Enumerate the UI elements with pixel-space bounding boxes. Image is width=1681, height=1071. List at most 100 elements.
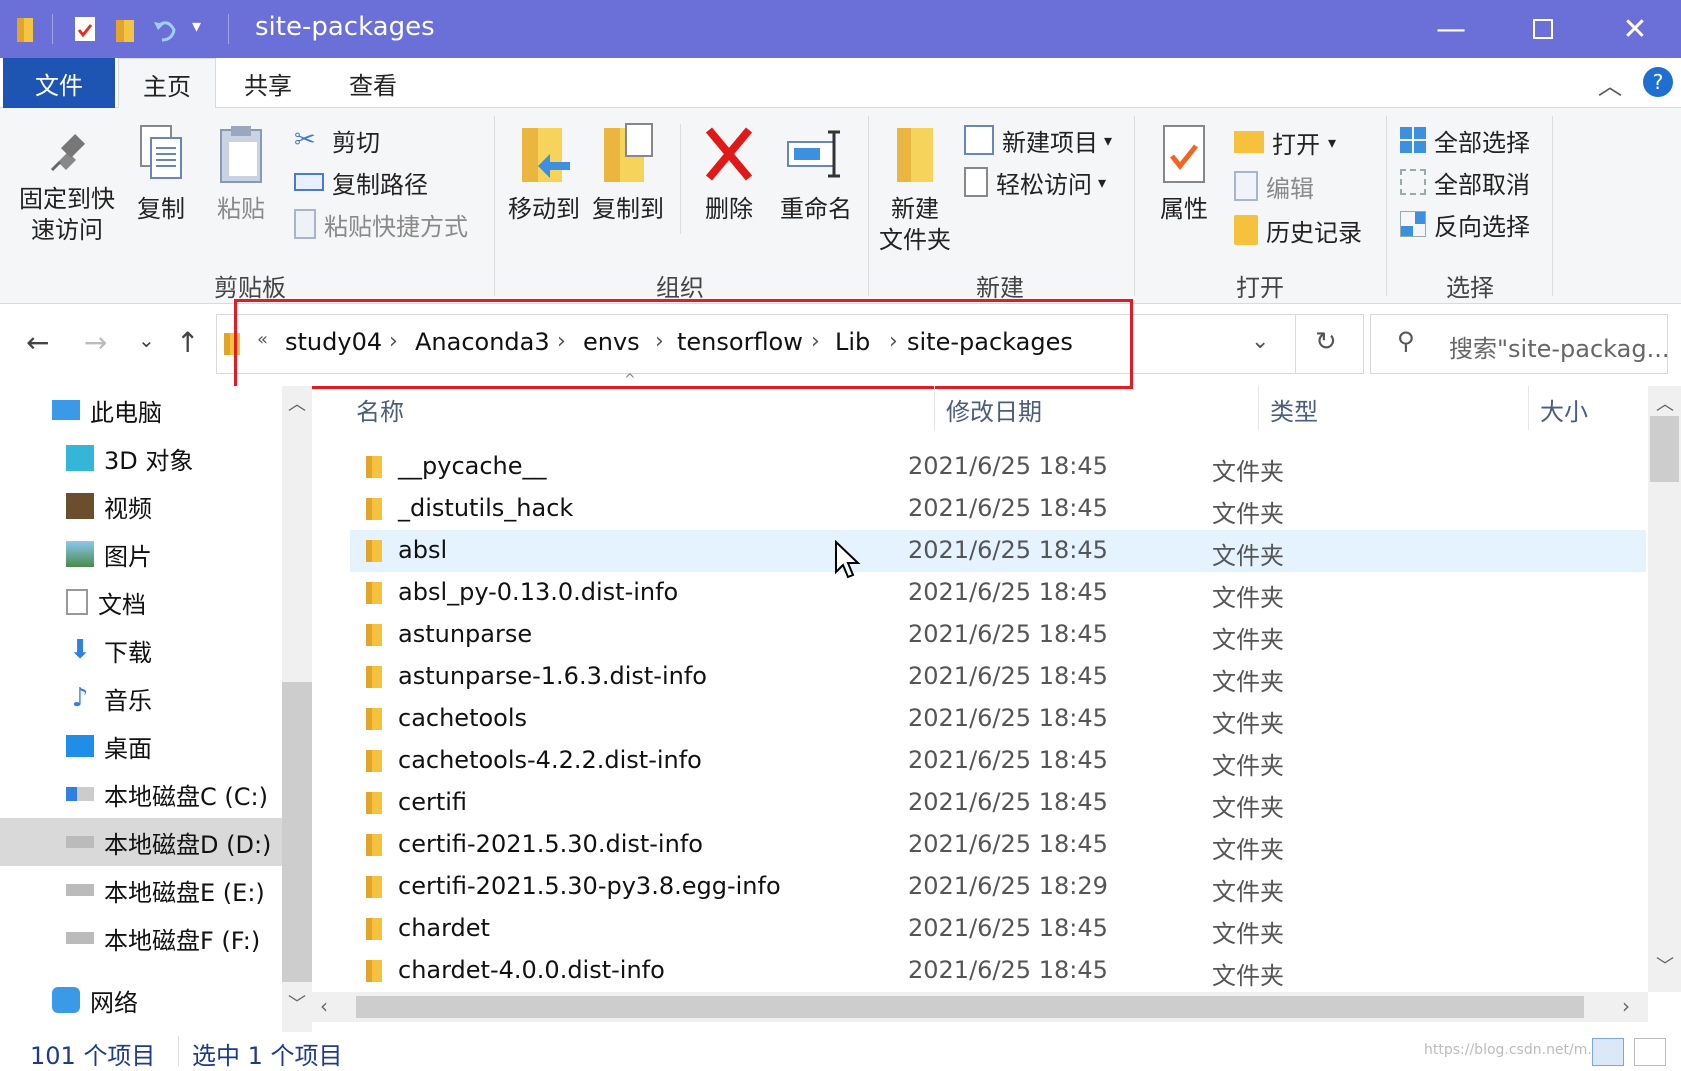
- nav-item-label: 音乐: [104, 686, 152, 715]
- copy-to-button[interactable]: 复制到: [588, 122, 668, 225]
- copy-button[interactable]: 复制: [128, 122, 194, 225]
- tab-file[interactable]: 文件: [3, 58, 115, 108]
- nav-item-drive-c[interactable]: 本地磁盘C (C:): [0, 770, 282, 818]
- details-view-icon[interactable]: [1592, 1038, 1624, 1066]
- search-input[interactable]: 搜索"site-packag...: [1449, 329, 1670, 364]
- cut-button[interactable]: ✂ 剪切: [294, 122, 380, 158]
- help-icon[interactable]: ?: [1643, 67, 1673, 97]
- refresh-icon[interactable]: ↻: [1315, 327, 1337, 357]
- select-all-button[interactable]: 全部选择: [1400, 122, 1530, 158]
- scroll-up-icon[interactable]: ︿: [1656, 390, 1674, 416]
- table-row[interactable]: _distutils_hack 2021/6/25 18:45 文件夹: [350, 488, 1646, 530]
- search-box[interactable]: ⚲ 搜索"site-packag...: [1370, 314, 1670, 374]
- table-row[interactable]: astunparse 2021/6/25 18:45 文件夹: [350, 614, 1646, 656]
- nav-item-desktop[interactable]: 桌面: [0, 722, 282, 770]
- edit-button[interactable]: 编辑: [1234, 168, 1314, 204]
- column-header-modified[interactable]: 修改日期: [946, 392, 1042, 427]
- paste-button[interactable]: 粘贴: [206, 122, 276, 225]
- nav-item-downloads[interactable]: ⬇ 下载: [0, 626, 282, 674]
- nav-item-drive-d[interactable]: 本地磁盘D (D:): [0, 818, 282, 866]
- new-folder-button[interactable]: 新建 文件夹: [876, 122, 954, 256]
- up-button[interactable]: ↑: [176, 326, 199, 359]
- file-name: certifi: [398, 788, 468, 816]
- table-row[interactable]: astunparse-1.6.3.dist-info 2021/6/25 18:4…: [350, 656, 1646, 698]
- back-button[interactable]: ←: [26, 326, 49, 359]
- delete-button[interactable]: 删除: [694, 122, 764, 225]
- collapse-ribbon-icon[interactable]: ︿: [1598, 66, 1622, 101]
- large-icons-view-icon[interactable]: [1634, 1038, 1666, 1066]
- watermark-text: https://blog.csdn.net/m...: [1424, 1042, 1601, 1058]
- table-row[interactable]: certifi-2021.5.30-py3.8.egg-info 2021/6/2…: [350, 866, 1646, 908]
- nav-item-videos[interactable]: 视频: [0, 482, 282, 530]
- nav-item-label: 本地磁盘C (C:): [104, 782, 268, 811]
- scroll-left-icon[interactable]: ‹: [320, 994, 328, 1018]
- tab-home[interactable]: 主页: [118, 58, 216, 109]
- navigation-pane-scrollbar[interactable]: ︿ ﹀: [282, 386, 312, 1032]
- table-row[interactable]: cachetools 2021/6/25 18:45 文件夹: [350, 698, 1646, 740]
- file-modified: 2021/6/25 18:45: [908, 704, 1108, 732]
- nav-item-drive-f[interactable]: 本地磁盘F (F:): [0, 914, 282, 962]
- nav-item-this-pc[interactable]: 此电脑: [0, 386, 282, 434]
- table-row[interactable]: certifi-2021.5.30.dist-info 2021/6/25 18:…: [350, 824, 1646, 866]
- nav-item-3d-objects[interactable]: 3D 对象: [0, 434, 282, 482]
- properties-quick-icon[interactable]: [72, 14, 98, 44]
- nav-item-documents[interactable]: 文档: [0, 578, 282, 626]
- quick-access-dropdown-icon[interactable]: ▾: [192, 16, 201, 37]
- history-label: 历史记录: [1266, 218, 1362, 247]
- column-header-type[interactable]: 类型: [1270, 392, 1318, 427]
- address-dropdown-icon[interactable]: ⌄: [1251, 329, 1269, 354]
- scrollbar-thumb[interactable]: [356, 996, 1584, 1018]
- easy-access-button[interactable]: 轻松访问 ▾: [964, 164, 1106, 200]
- close-icon: ✕: [1622, 11, 1648, 47]
- table-row[interactable]: __pycache__ 2021/6/25 18:45 文件夹: [350, 446, 1646, 488]
- nav-item-drive-e[interactable]: 本地磁盘E (E:): [0, 866, 282, 914]
- new-item-button[interactable]: 新建项目 ▾: [964, 122, 1112, 158]
- file-list-horizontal-scrollbar[interactable]: ‹ ›: [312, 992, 1648, 1022]
- scroll-up-icon[interactable]: ︿: [288, 390, 306, 416]
- scroll-down-icon[interactable]: ﹀: [288, 990, 306, 1016]
- select-none-button[interactable]: 全部取消: [1400, 164, 1530, 200]
- pin-quick-access-button[interactable]: 固定到快 速访问: [12, 130, 122, 246]
- folder-icon: [366, 960, 382, 982]
- close-button[interactable]: ✕: [1589, 0, 1681, 58]
- undo-icon[interactable]: [152, 14, 178, 44]
- nav-item-music[interactable]: ♪ 音乐: [0, 674, 282, 722]
- scrollbar-thumb[interactable]: [282, 682, 312, 982]
- scroll-right-icon[interactable]: ›: [1622, 994, 1630, 1018]
- tab-view[interactable]: 查看: [322, 58, 424, 108]
- paste-shortcut-button[interactable]: 粘贴快捷方式: [294, 206, 468, 242]
- forward-button[interactable]: →: [84, 326, 107, 359]
- move-to-button[interactable]: 移动到: [504, 122, 584, 225]
- table-row[interactable]: absl_py-0.13.0.dist-info 2021/6/25 18:45 文…: [350, 572, 1646, 614]
- history-button[interactable]: 历史记录: [1234, 212, 1362, 248]
- file-modified: 2021/6/25 18:45: [908, 830, 1108, 858]
- table-row[interactable]: cachetools-4.2.2.dist-info 2021/6/25 18:4…: [350, 740, 1646, 782]
- file-list-vertical-scrollbar[interactable]: ︿ ﹀: [1648, 386, 1681, 992]
- open-button[interactable]: 打开 ▾: [1234, 124, 1336, 160]
- file-list: 名称 ^ 修改日期 类型 大小 __pycache__ 2021/6/25 18:…: [312, 372, 1648, 992]
- maximize-button[interactable]: [1497, 0, 1589, 58]
- minimize-button[interactable]: —: [1405, 0, 1497, 58]
- column-header-size[interactable]: 大小: [1540, 392, 1588, 427]
- title-bar: ▾ site-packages — ✕: [0, 0, 1681, 58]
- easy-access-dropdown-icon: ▾: [1098, 172, 1107, 192]
- pin-label-line1: 固定到快: [19, 185, 115, 213]
- rename-button[interactable]: 重命名: [770, 122, 862, 225]
- file-name: astunparse: [398, 620, 533, 648]
- recent-locations-button[interactable]: ⌄: [138, 328, 155, 352]
- column-header-name[interactable]: 名称: [356, 392, 404, 427]
- table-row[interactable]: chardet 2021/6/25 18:45 文件夹: [350, 908, 1646, 950]
- nav-item-pictures[interactable]: 图片: [0, 530, 282, 578]
- invert-selection-button[interactable]: 反向选择: [1400, 206, 1530, 242]
- table-row[interactable]: certifi 2021/6/25 18:45 文件夹: [350, 782, 1646, 824]
- new-folder-quick-icon[interactable]: [112, 14, 138, 44]
- table-row[interactable]: chardet-4.0.0.dist-info 2021/6/25 18:45 文件…: [350, 950, 1646, 992]
- maximize-icon: [1533, 19, 1553, 39]
- scrollbar-thumb[interactable]: [1650, 416, 1679, 482]
- nav-item-network[interactable]: 网络: [0, 976, 282, 1024]
- copy-path-button[interactable]: 复制路径: [294, 164, 428, 200]
- properties-button[interactable]: 属性: [1148, 122, 1220, 225]
- scroll-down-icon[interactable]: ﹀: [1656, 952, 1674, 978]
- tab-share[interactable]: 共享: [222, 58, 314, 108]
- table-row-selected[interactable]: absl 2021/6/25 18:45 文件夹: [350, 530, 1646, 572]
